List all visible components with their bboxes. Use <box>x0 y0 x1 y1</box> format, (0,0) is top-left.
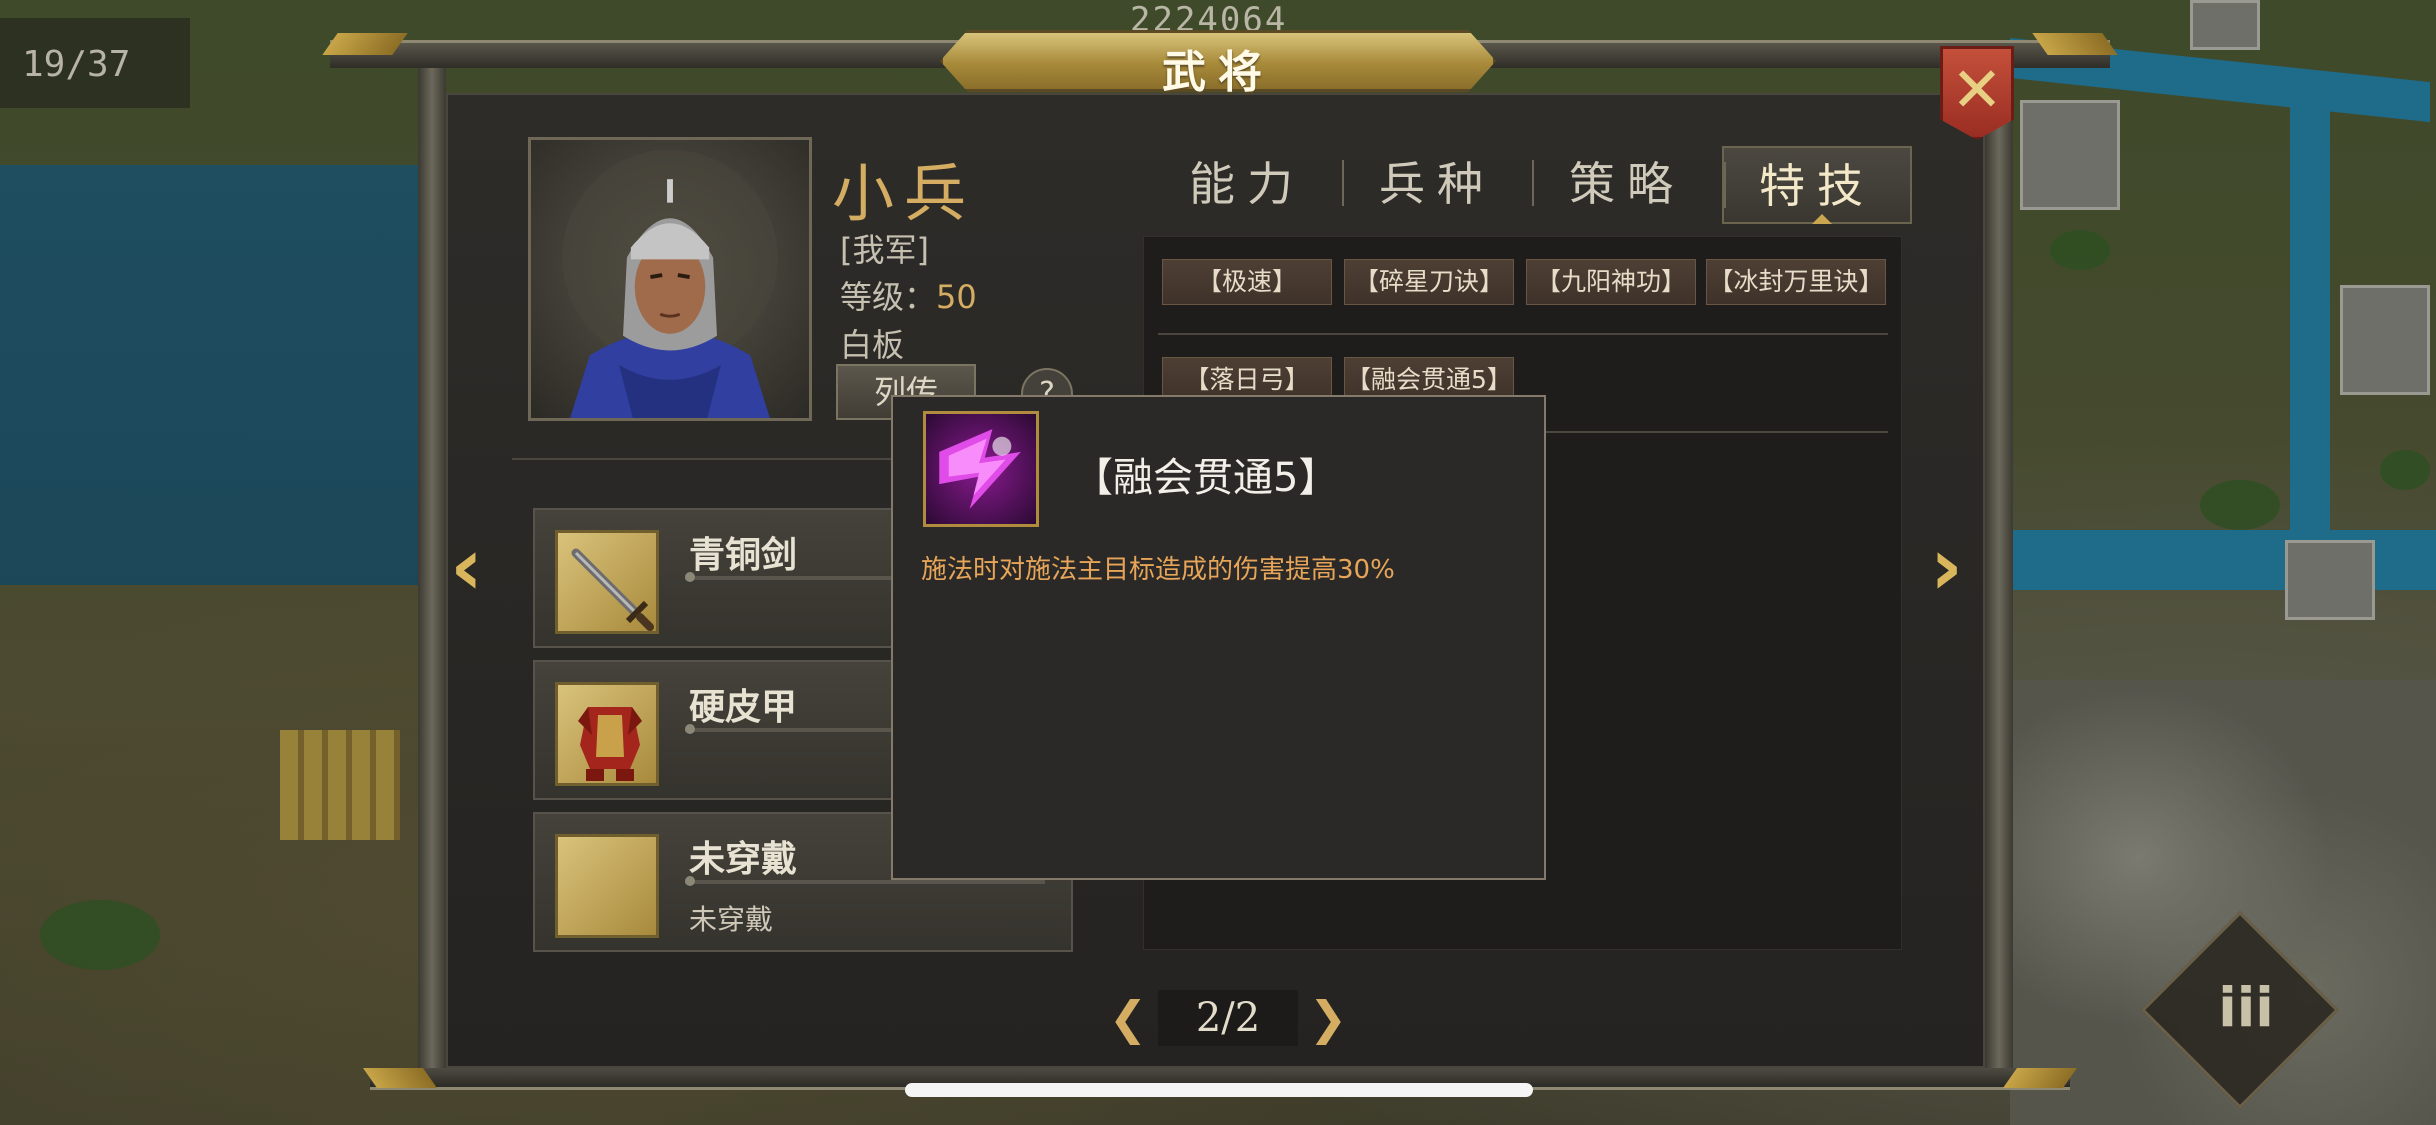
level-label: 等级： <box>840 278 937 316</box>
prev-general-arrow[interactable]: ‹ <box>450 520 483 613</box>
general-level: 等级：50 <box>840 272 977 318</box>
tab-bar: 能力 兵种 策略 特技 <box>1152 146 1912 224</box>
home-indicator[interactable] <box>905 1083 1533 1097</box>
forest <box>40 900 160 970</box>
skills-divider <box>1158 333 1888 335</box>
city-tile <box>2190 0 2260 50</box>
river <box>2290 80 2330 600</box>
skill-tooltip: 【融会贯通5】 施法时对施法主目标造成的伤害提高30% <box>891 395 1546 880</box>
river <box>0 165 440 585</box>
soldier-portrait-image <box>562 149 778 418</box>
menu-icon: iii <box>2218 976 2274 1040</box>
general-note: 白板 <box>840 326 905 364</box>
equipment-bar <box>685 876 1045 886</box>
skill-crystal-icon <box>923 411 1039 527</box>
empty-slot-icon <box>555 834 659 938</box>
hero-index-counter: 19/37 <box>0 18 190 108</box>
skill-pager: ❮ 2/2 ❯ <box>1098 990 1358 1046</box>
skill-chip[interactable]: 【九阳神功】 <box>1526 259 1696 305</box>
page-indicator: 2/2 <box>1158 990 1298 1046</box>
forest <box>2050 230 2110 270</box>
tooltip-title: 【融会贯通5】 <box>1073 455 1339 501</box>
skill-chip[interactable]: 【极速】 <box>1162 259 1332 305</box>
army-camp <box>280 730 400 840</box>
tab-strategy[interactable]: 策略 <box>1532 146 1722 224</box>
tooltip-description: 施法时对施法主目标造成的伤害提高30% <box>921 555 1395 585</box>
tab-ability[interactable]: 能力 <box>1152 146 1342 224</box>
skill-chip[interactable]: 【冰封万里诀】 <box>1706 259 1886 305</box>
tab-troop-type[interactable]: 兵种 <box>1342 146 1532 224</box>
general-name: 小兵 <box>832 157 977 230</box>
equipment-name: 未穿戴 <box>689 839 798 880</box>
forest <box>2380 450 2430 490</box>
armor-icon <box>555 682 659 786</box>
forest <box>2200 480 2280 530</box>
frame-pillar-left <box>418 68 446 1068</box>
page-next-button[interactable]: ❯ <box>1298 991 1358 1045</box>
window-title-banner: 武将 <box>918 30 1518 98</box>
next-general-arrow[interactable]: › <box>1930 520 1963 613</box>
equipment-name: 青铜剑 <box>689 535 798 576</box>
city-tile <box>2285 540 2375 620</box>
frame-pillar-right <box>1985 68 2013 1068</box>
level-value: 50 <box>936 278 977 316</box>
close-icon: ✕ <box>1951 53 2003 126</box>
sword-icon <box>555 530 659 634</box>
general-portrait <box>528 137 812 421</box>
equipment-name: 硬皮甲 <box>689 687 798 728</box>
tab-special-skills[interactable]: 特技 <box>1722 146 1912 224</box>
skill-chip[interactable]: 【碎星刀诀】 <box>1344 259 1514 305</box>
city-tile <box>2340 285 2430 395</box>
general-faction: [我军] <box>840 231 929 269</box>
city-tile <box>2020 100 2120 210</box>
window-title: 武将 <box>1162 47 1274 98</box>
page-prev-button[interactable]: ❮ <box>1098 991 1158 1045</box>
equipment-subtext: 未穿戴 <box>689 903 774 936</box>
